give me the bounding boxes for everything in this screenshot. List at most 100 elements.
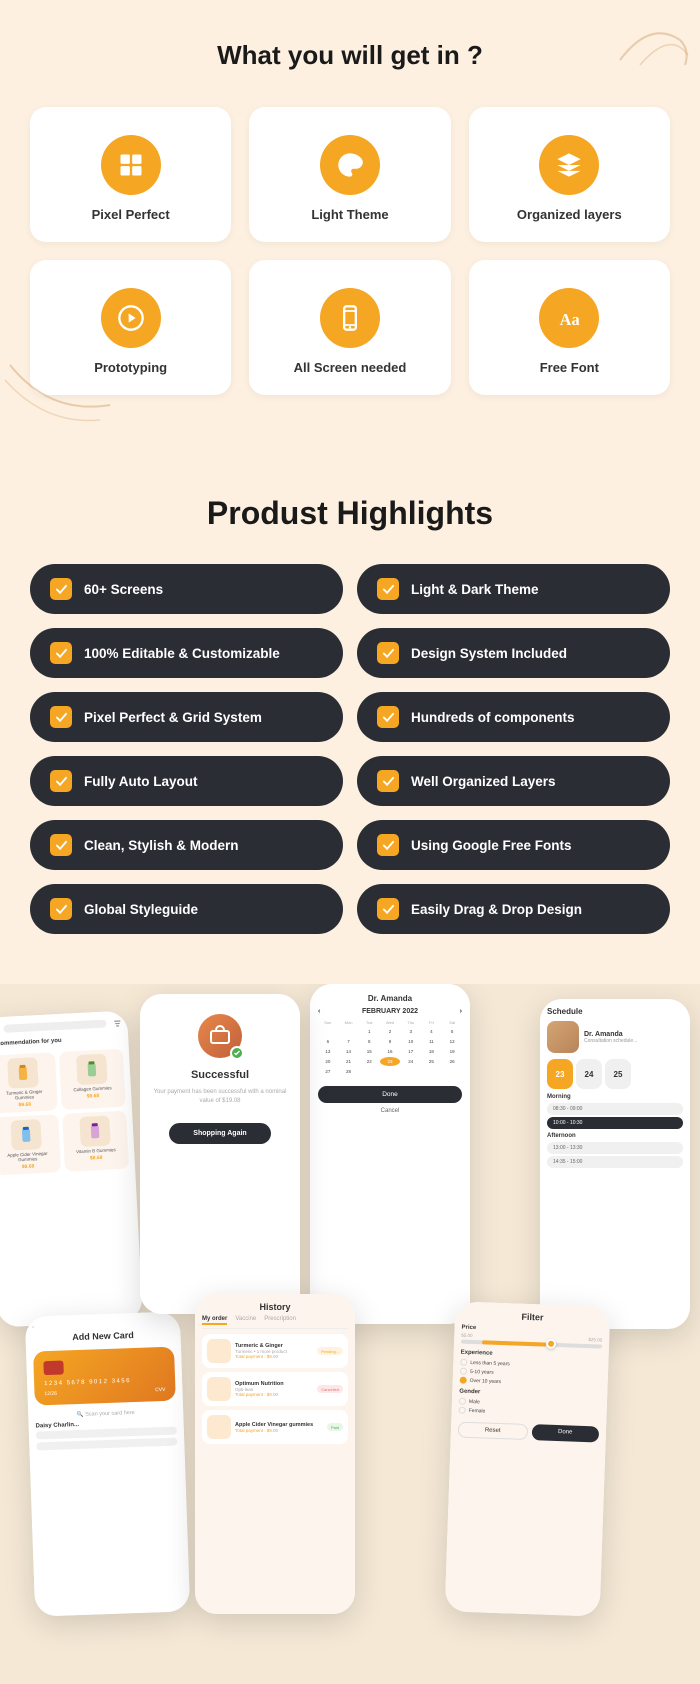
- check-icon-light-dark: [377, 578, 399, 600]
- check-icon-editable: [50, 642, 72, 664]
- calendar-grid: 1 2 3 4 5 6 7 8 9 10 11 12 13 14 15: [318, 1027, 462, 1076]
- sched-date-25[interactable]: 25: [605, 1059, 631, 1089]
- cal-day-12[interactable]: 12: [442, 1037, 462, 1046]
- cal-day-18[interactable]: 18: [422, 1047, 442, 1056]
- cal-day-27[interactable]: 27: [318, 1067, 338, 1076]
- highlight-auto-layout: Fully Auto Layout: [30, 756, 343, 806]
- cal-day-13[interactable]: 13: [318, 1047, 338, 1056]
- checkmark-icon: [55, 711, 68, 724]
- cal-day-17[interactable]: 17: [401, 1047, 421, 1056]
- cal-day-6[interactable]: 6: [318, 1037, 338, 1046]
- schedule-doctor-info: Dr. Amanda Consultation schedule...: [584, 1031, 637, 1044]
- search-bar: [3, 1020, 106, 1033]
- phone-calendar: Dr. Amanda ‹ FEBRUARY 2022 › Sun Mon Tue…: [310, 984, 470, 1324]
- cal-day-21[interactable]: 21: [339, 1057, 359, 1066]
- cal-day-20[interactable]: 20: [318, 1057, 338, 1066]
- screenshots-mosaic: Recommendation for you Turmeric & Ginger…: [0, 984, 700, 1684]
- day-fri: Fri: [422, 1020, 442, 1025]
- cal-day-11[interactable]: 11: [422, 1037, 442, 1046]
- phone-filter: Filter Price $5.00 $25.00 Experience: [445, 1301, 611, 1616]
- highlight-label-editable: 100% Editable & Customizable: [84, 646, 280, 661]
- sched-time-1[interactable]: 08:30 - 09:00: [547, 1103, 683, 1115]
- sched-date-23[interactable]: 23: [547, 1059, 573, 1089]
- section-what: What you will get in ? Pixel Perfect Lig…: [0, 0, 700, 445]
- check-icon-organized: [377, 770, 399, 792]
- history-tabs: My order Vaccine Prescription: [202, 1316, 348, 1329]
- sched-time-3[interactable]: 13:00 - 13:30: [547, 1142, 683, 1154]
- cal-day-19[interactable]: 19: [442, 1047, 462, 1056]
- cal-day-7[interactable]: 7: [339, 1037, 359, 1046]
- radio-male[interactable]: [459, 1398, 466, 1405]
- cal-day-26[interactable]: 26: [442, 1057, 462, 1066]
- history-title: History: [202, 1302, 348, 1312]
- history-badge-pending-1: Pending...: [317, 1347, 343, 1355]
- card-input-field-2[interactable]: [36, 1438, 177, 1451]
- allscreen-icon-circle: [320, 288, 380, 348]
- section-highlights: Produst Highlights 60+ Screens Light & D…: [0, 445, 700, 984]
- calendar-prev-icon[interactable]: ‹: [318, 1008, 320, 1015]
- radio-exp-3-selected[interactable]: [460, 1377, 467, 1384]
- calendar-cancel-button[interactable]: Cancel: [318, 1108, 462, 1114]
- slider-thumb[interactable]: [545, 1339, 555, 1349]
- card-mastercard-logo: [43, 1360, 63, 1375]
- cal-day-14[interactable]: 14: [339, 1047, 359, 1056]
- sched-date-24[interactable]: 24: [576, 1059, 602, 1089]
- font-icon: Aa: [555, 304, 583, 332]
- sched-time-2[interactable]: 10:00 - 10:30: [547, 1117, 683, 1129]
- cal-day-22[interactable]: 22: [359, 1057, 379, 1066]
- tab-prescription[interactable]: Prescription: [264, 1316, 296, 1325]
- radio-exp-2[interactable]: [460, 1368, 467, 1375]
- history-item-price-3: Total payment : $9.00: [235, 1428, 323, 1433]
- supp-item-price-4: $8.68: [90, 1155, 103, 1162]
- filter-icon: [113, 1019, 121, 1027]
- tab-myorder[interactable]: My order: [202, 1316, 227, 1325]
- calendar-next-icon[interactable]: ›: [460, 1008, 462, 1015]
- checkmark-icon: [55, 647, 68, 660]
- cal-day-10[interactable]: 10: [401, 1037, 421, 1046]
- cal-day-28[interactable]: 28: [339, 1067, 359, 1076]
- cal-day-23-today[interactable]: 23: [380, 1057, 400, 1066]
- sched-afternoon-label: Afternoon: [547, 1133, 683, 1139]
- history-item-img-3: [207, 1415, 231, 1439]
- cart-icon: [209, 1025, 231, 1047]
- calendar-done-button[interactable]: Done: [318, 1086, 462, 1103]
- cal-day-1[interactable]: 1: [359, 1027, 379, 1036]
- cal-day-8[interactable]: 8: [359, 1037, 379, 1046]
- filter-gender-section: Gender Male Female: [459, 1389, 601, 1419]
- cal-day-24[interactable]: 24: [401, 1057, 421, 1066]
- highlight-label-components: Hundreds of components: [411, 710, 575, 725]
- cal-day-3[interactable]: 3: [401, 1027, 421, 1036]
- tab-vaccine[interactable]: Vaccine: [235, 1316, 256, 1325]
- highlight-editable: 100% Editable & Customizable: [30, 628, 343, 678]
- font-icon-circle: Aa: [539, 288, 599, 348]
- cal-day-empty: [318, 1027, 338, 1036]
- cal-day-9[interactable]: 9: [380, 1037, 400, 1046]
- addcard-title: Add New Card: [32, 1329, 173, 1344]
- highlight-label-organized: Well Organized Layers: [411, 774, 556, 789]
- day-wed: Wed: [380, 1020, 400, 1025]
- radio-exp-1[interactable]: [460, 1359, 467, 1366]
- cal-day-5[interactable]: 5: [442, 1027, 462, 1036]
- sched-time-4[interactable]: 14:35 - 15:00: [547, 1156, 683, 1168]
- cal-day-25[interactable]: 25: [422, 1057, 442, 1066]
- decoration-curve-top: [610, 10, 690, 70]
- filter-reset-button[interactable]: Reset: [458, 1422, 528, 1440]
- screen-schedule-content: Schedule Dr. Amanda Consultation schedul…: [540, 999, 690, 1329]
- screen-supplement-content: Recommendation for you Turmeric & Ginger…: [0, 1010, 143, 1327]
- highlight-google-fonts: Using Google Free Fonts: [357, 820, 670, 870]
- cal-day-4[interactable]: 4: [422, 1027, 442, 1036]
- supp-item-2: Collagen Gummies $9.68: [58, 1049, 125, 1110]
- checkmark-icon: [55, 775, 68, 788]
- shopping-again-button[interactable]: Shopping Again: [169, 1123, 270, 1144]
- highlight-label-light-dark: Light & Dark Theme: [411, 582, 539, 597]
- filter-done-button[interactable]: Done: [531, 1424, 599, 1442]
- cal-day-16[interactable]: 16: [380, 1047, 400, 1056]
- supp-item-name-1: Turmeric & Ginger Gummies: [0, 1088, 53, 1101]
- price-min: $5.00: [461, 1333, 472, 1338]
- history-item-name-3: Apple Cider Vinegar gummies: [235, 1422, 323, 1428]
- cal-day-15[interactable]: 15: [359, 1047, 379, 1056]
- history-item-price-2: Total payment : $9.00: [235, 1392, 313, 1397]
- radio-female[interactable]: [459, 1407, 466, 1414]
- checkmark-icon: [55, 583, 68, 596]
- cal-day-2[interactable]: 2: [380, 1027, 400, 1036]
